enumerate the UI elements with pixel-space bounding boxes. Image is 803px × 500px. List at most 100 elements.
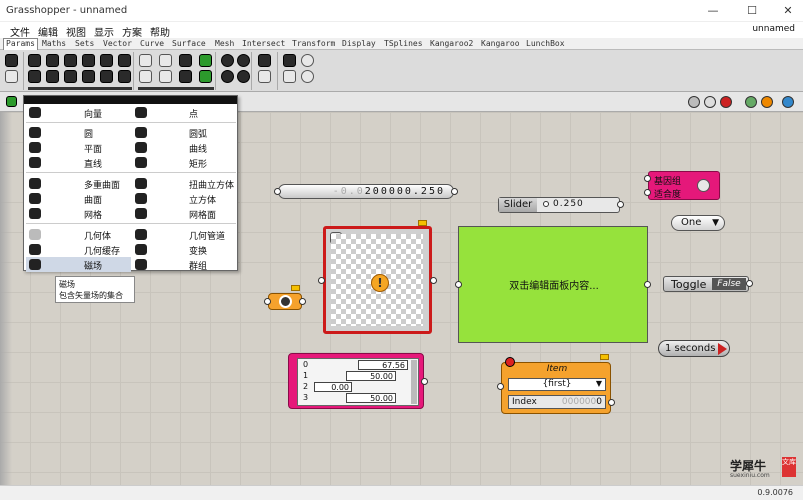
cherry-icon[interactable] bbox=[258, 70, 271, 83]
menu-view[interactable]: 视图 bbox=[66, 24, 86, 39]
item-index-field[interactable]: Index 0000000 bbox=[508, 395, 606, 409]
color-swatch-icon[interactable] bbox=[199, 70, 212, 83]
minimize-button[interactable]: — bbox=[703, 3, 723, 19]
output-grip[interactable] bbox=[608, 399, 615, 406]
item-dropdown[interactable]: {first} ▼ bbox=[508, 378, 606, 391]
arc-param-icon[interactable] bbox=[46, 70, 59, 83]
circle-icon[interactable] bbox=[29, 127, 41, 138]
output-grip[interactable] bbox=[421, 378, 428, 385]
boolean-param-icon[interactable] bbox=[221, 70, 234, 83]
plane-icon[interactable] bbox=[29, 142, 41, 153]
slider-icon[interactable] bbox=[159, 54, 172, 67]
tab-maths[interactable]: Maths bbox=[42, 39, 66, 48]
geometry-pipeline-icon[interactable] bbox=[5, 70, 18, 83]
globe-icon[interactable] bbox=[782, 96, 794, 108]
menu-edit[interactable]: 编辑 bbox=[38, 24, 58, 39]
circle-param-icon[interactable] bbox=[46, 54, 59, 67]
item-circle[interactable]: 圆 bbox=[84, 127, 93, 140]
item-geometry[interactable]: 几何体 bbox=[84, 229, 111, 242]
maximize-button[interactable]: ☐ bbox=[742, 3, 762, 19]
material-icon[interactable] bbox=[761, 96, 773, 108]
item-arc[interactable]: 圆弧 bbox=[189, 127, 207, 140]
toggle-icon[interactable] bbox=[179, 54, 192, 67]
menu-solution[interactable]: 方案 bbox=[122, 24, 142, 39]
menu-help[interactable]: 帮助 bbox=[150, 24, 170, 39]
geometry-param2-icon[interactable] bbox=[118, 54, 131, 67]
item-transform[interactable]: 变换 bbox=[189, 244, 207, 257]
input-grip[interactable] bbox=[644, 175, 651, 182]
box-param-icon[interactable] bbox=[100, 70, 113, 83]
arrow-outline-icon[interactable] bbox=[283, 70, 296, 83]
list-item-component[interactable]: Item {first} ▼ Index 0000000 bbox=[497, 354, 615, 414]
gradient-icon[interactable] bbox=[199, 54, 212, 67]
chevron-down-icon[interactable]: ▼ bbox=[712, 218, 719, 228]
output-grip[interactable] bbox=[644, 281, 651, 288]
item-geometry-pipeline[interactable]: 几何管道 bbox=[189, 229, 225, 242]
folder-icon[interactable] bbox=[6, 96, 17, 107]
transform-icon[interactable] bbox=[135, 244, 147, 255]
tab-lunchbox[interactable]: LunchBox bbox=[526, 39, 565, 48]
boolean-toggle[interactable]: Toggle False bbox=[663, 276, 753, 292]
text-param-icon[interactable] bbox=[237, 70, 250, 83]
tab-curve[interactable]: Curve bbox=[140, 39, 164, 48]
rectangle-param-icon[interactable] bbox=[82, 70, 95, 83]
graph-icon[interactable] bbox=[179, 70, 192, 83]
brep-icon[interactable] bbox=[29, 178, 41, 189]
input-grip[interactable] bbox=[497, 383, 504, 390]
item-group[interactable]: 群组 bbox=[189, 259, 207, 272]
curve-icon[interactable] bbox=[135, 142, 147, 153]
item-mesh[interactable]: 网格 bbox=[84, 208, 102, 221]
item-curve[interactable]: 曲线 bbox=[189, 142, 207, 155]
item-box[interactable]: 立方体 bbox=[189, 193, 216, 206]
geometry-param-icon[interactable] bbox=[5, 54, 18, 67]
brep-param-icon[interactable] bbox=[82, 54, 95, 67]
mesh-icon[interactable] bbox=[29, 208, 41, 219]
input-grip[interactable] bbox=[455, 281, 462, 288]
item-surface[interactable]: 曲面 bbox=[84, 193, 102, 206]
tab-params[interactable]: Params bbox=[3, 38, 38, 50]
input-grip[interactable] bbox=[644, 189, 651, 196]
output-grip[interactable] bbox=[617, 201, 624, 208]
input-grip[interactable] bbox=[264, 298, 271, 305]
menu-display[interactable]: 显示 bbox=[94, 24, 114, 39]
slider-component[interactable]: Slider 0.250 bbox=[498, 197, 624, 213]
list-icon[interactable] bbox=[159, 70, 172, 83]
image-sampler[interactable]: ! bbox=[318, 220, 437, 334]
shaded-icon[interactable] bbox=[720, 96, 732, 108]
item-vector[interactable]: 向量 bbox=[84, 107, 102, 120]
box-icon[interactable] bbox=[135, 193, 147, 204]
vector-icon[interactable] bbox=[29, 107, 41, 118]
output-grip[interactable] bbox=[299, 298, 306, 305]
number-slider[interactable]: -0.0200000.250 bbox=[274, 184, 458, 199]
input-grip[interactable] bbox=[318, 277, 325, 284]
curve-param-icon[interactable] bbox=[64, 70, 77, 83]
tab-transform[interactable]: Transform bbox=[292, 39, 335, 48]
menu-file[interactable]: 文件 bbox=[10, 24, 30, 39]
line-param-icon[interactable] bbox=[64, 54, 77, 67]
panel-icon[interactable] bbox=[139, 54, 152, 67]
close-button[interactable]: ✕ bbox=[778, 3, 798, 19]
item-plane[interactable]: 平面 bbox=[84, 142, 102, 155]
rectangle-icon[interactable] bbox=[135, 157, 147, 168]
timer-component[interactable]: 1 seconds bbox=[658, 340, 730, 357]
item-mesh-face[interactable]: 网格面 bbox=[189, 208, 216, 221]
params-dropdown[interactable]: 向量 点 圆 圆弧 平面 曲线 直线 矩形 多重曲面 扭曲立方体 曲面 立方体 … bbox=[23, 95, 238, 272]
tab-mesh[interactable]: Mesh bbox=[215, 39, 234, 48]
item-twisted-box[interactable]: 扭曲立方体 bbox=[189, 178, 234, 191]
value-list[interactable]: One ▼ bbox=[671, 215, 725, 231]
twisted-box-icon[interactable] bbox=[135, 178, 147, 189]
flask-icon[interactable] bbox=[301, 70, 314, 83]
item-brep[interactable]: 多重曲面 bbox=[84, 178, 120, 191]
input-grip[interactable] bbox=[274, 188, 281, 195]
preview-mode-icon[interactable] bbox=[688, 96, 700, 108]
wireframe-icon[interactable] bbox=[704, 96, 716, 108]
item-line[interactable]: 直线 bbox=[84, 157, 102, 170]
line-icon[interactable] bbox=[29, 157, 41, 168]
geometry-icon[interactable] bbox=[29, 229, 41, 240]
geometry-cache-icon[interactable] bbox=[29, 244, 41, 255]
integer-param-icon[interactable] bbox=[237, 54, 250, 67]
output-grip[interactable] bbox=[451, 188, 458, 195]
item-point[interactable]: 点 bbox=[189, 107, 198, 120]
mesh-face-icon[interactable] bbox=[135, 208, 147, 219]
tab-kangaroo2[interactable]: Kangaroo2 bbox=[430, 39, 473, 48]
